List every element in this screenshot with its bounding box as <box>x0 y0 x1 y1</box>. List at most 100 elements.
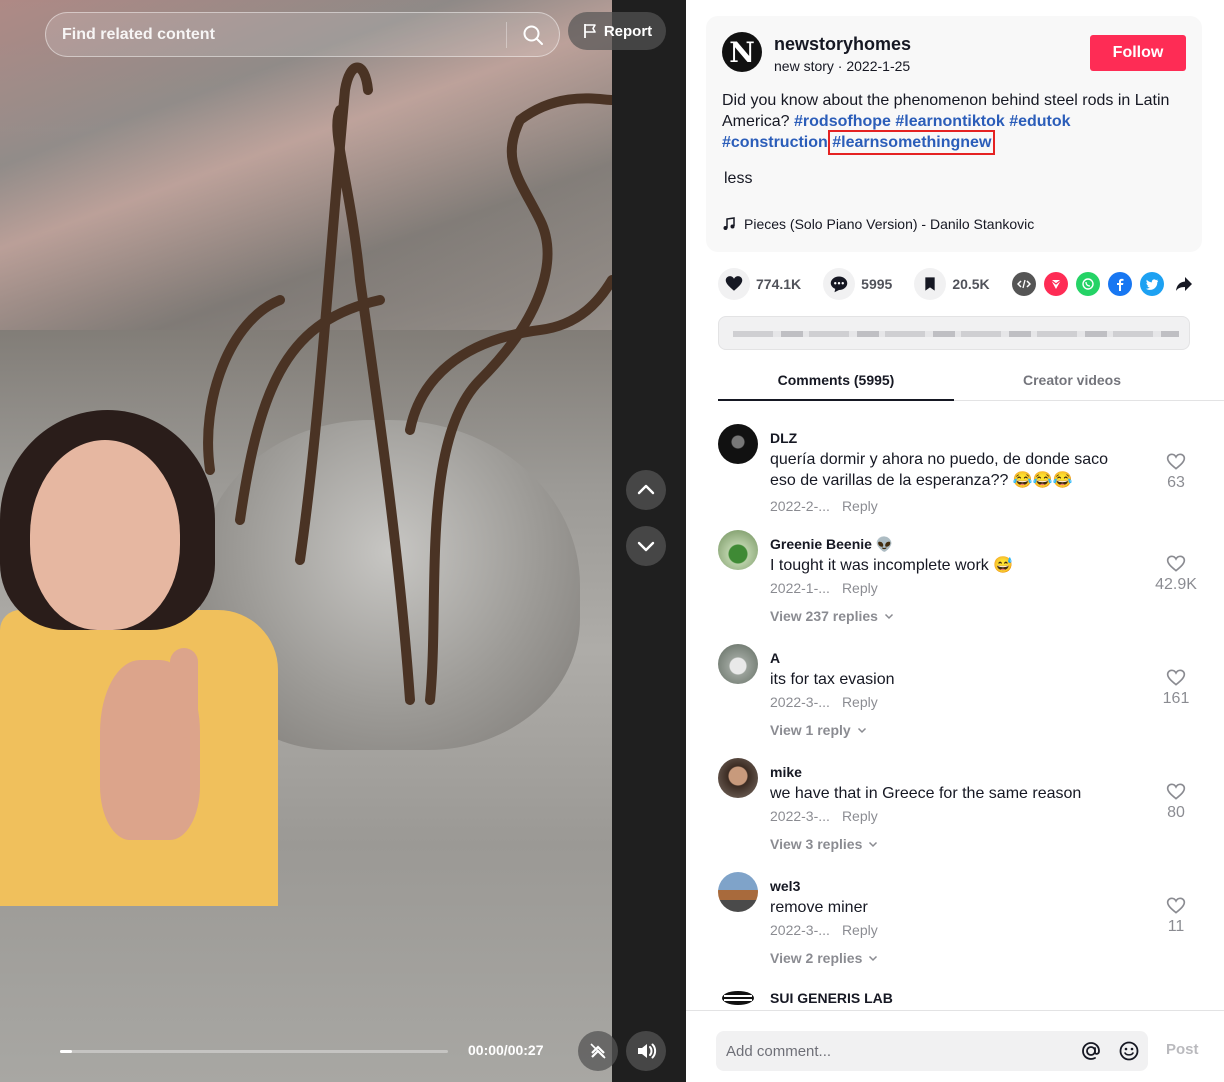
comment-like[interactable]: 42.9K <box>1148 554 1204 594</box>
floating-player-button[interactable] <box>578 1031 618 1071</box>
like-action[interactable]: 774.1K <box>718 268 801 300</box>
twitter-share-button[interactable] <box>1139 272 1164 296</box>
heart-outline-icon <box>1166 453 1186 470</box>
comment-button[interactable] <box>823 268 856 300</box>
comment-item: Greenie Beenie 👽 I tought it was incompl… <box>718 530 1198 636</box>
comment-like-count: 42.9K <box>1155 576 1197 593</box>
facebook-icon <box>1116 278 1124 291</box>
reply-button[interactable]: Reply <box>842 922 878 938</box>
comment-meta: 2022-2-... Reply <box>770 498 878 514</box>
comment-avatar[interactable] <box>718 986 758 1010</box>
volume-button[interactable] <box>626 1031 666 1071</box>
hashtag-link-highlighted[interactable]: #learnsomethingnew <box>828 130 996 155</box>
tab-creator-videos[interactable]: Creator videos <box>954 360 1190 400</box>
comment-input-wrap[interactable] <box>716 1031 1148 1071</box>
comment-action[interactable]: 5995 <box>823 268 892 300</box>
music-title: Pieces (Solo Piano Version) - Danilo Sta… <box>744 216 1035 232</box>
video-player[interactable]: Report 00:00/00:27 <box>0 0 686 1082</box>
embed-button[interactable] <box>1011 272 1036 296</box>
reply-button[interactable]: Reply <box>842 808 878 824</box>
comment-like[interactable]: 80 <box>1148 782 1204 822</box>
search-icon <box>523 25 543 45</box>
view-replies-button[interactable]: View 3 replies <box>770 836 878 852</box>
details-panel: N newstoryhomes new story · 2022-1-25 Fo… <box>686 0 1224 1082</box>
reply-button[interactable]: Reply <box>842 694 878 710</box>
author-username[interactable]: newstoryhomes <box>774 34 911 55</box>
previous-video-button[interactable] <box>626 470 666 510</box>
heart-outline-icon <box>1166 783 1186 800</box>
share-arrow-icon <box>1175 277 1192 291</box>
comment-username[interactable]: DLZ <box>770 430 797 446</box>
comment-avatar[interactable] <box>718 424 758 464</box>
copy-link-box[interactable] <box>718 316 1190 350</box>
chevron-down-icon <box>869 955 878 962</box>
helmet-logo-icon <box>722 991 754 1005</box>
comment-avatar[interactable] <box>718 758 758 798</box>
comment-list[interactable]: DLZ quería dormir y ahora no puedo, de d… <box>686 420 1224 1010</box>
less-toggle[interactable]: less <box>724 170 752 188</box>
mention-button[interactable] <box>1072 1031 1110 1071</box>
comment-username[interactable]: Greenie Beenie 👽 <box>770 536 893 553</box>
comment-avatar[interactable] <box>718 872 758 912</box>
search-button[interactable] <box>507 12 559 57</box>
music-link[interactable]: Pieces (Solo Piano Version) - Danilo Sta… <box>722 216 1034 232</box>
emoji-button[interactable] <box>1110 1031 1148 1071</box>
follow-button[interactable]: Follow <box>1090 35 1186 71</box>
comment-input[interactable] <box>716 1042 1072 1060</box>
hashtag-link[interactable]: #learnontiktok <box>895 113 1004 130</box>
volume-icon <box>638 1043 657 1059</box>
report-button[interactable]: Report <box>568 12 666 50</box>
bookmark-icon <box>925 277 935 291</box>
reply-button[interactable]: Reply <box>842 580 878 596</box>
chevron-down-icon <box>869 841 878 848</box>
comment-like-count: 80 <box>1167 804 1185 821</box>
search-box[interactable] <box>45 12 560 57</box>
facebook-share-button[interactable] <box>1107 272 1132 296</box>
comment-item: A its for tax evasion 2022-3-... Reply Vi… <box>718 644 1198 750</box>
view-replies-button[interactable]: View 237 replies <box>770 608 894 624</box>
comment-footer: Post <box>686 1010 1224 1082</box>
comment-username[interactable]: SUI GENERIS LAB <box>770 990 893 1006</box>
tab-comments[interactable]: Comments (5995) <box>718 360 954 401</box>
view-replies-label: View 2 replies <box>770 950 863 966</box>
comment-username[interactable]: A <box>770 650 780 666</box>
save-action[interactable]: 20.5K <box>914 268 990 300</box>
search-input[interactable] <box>46 25 506 44</box>
comment-avatar[interactable] <box>718 530 758 570</box>
view-replies-button[interactable]: View 1 reply <box>770 722 867 738</box>
hashtag-link[interactable]: #edutok <box>1009 113 1070 130</box>
comment-avatar[interactable] <box>718 644 758 684</box>
whatsapp-share-button[interactable] <box>1075 272 1100 296</box>
comment-bubble-icon <box>830 276 848 293</box>
video-person-face <box>30 440 180 630</box>
comment-like[interactable]: 11 <box>1148 896 1204 936</box>
emoji-icon <box>1119 1041 1139 1061</box>
hashtag-link[interactable]: #construction <box>722 134 828 151</box>
reply-button[interactable]: Reply <box>842 498 878 514</box>
video-progress-fill <box>60 1050 72 1053</box>
hashtag-link[interactable]: #rodsofhope <box>794 113 891 130</box>
author-avatar[interactable]: N <box>722 32 762 72</box>
chevron-down-icon <box>857 727 866 734</box>
send-to-friends-button[interactable] <box>1043 272 1068 296</box>
comment-username[interactable]: mike <box>770 764 802 780</box>
flag-icon <box>583 24 596 38</box>
blurred-link-text <box>733 331 1179 337</box>
embed-icon <box>1016 279 1031 289</box>
share-more-button[interactable] <box>1172 272 1196 296</box>
video-frame[interactable] <box>0 0 612 1082</box>
author-subline: new story · 2022-1-25 <box>774 58 911 74</box>
save-button[interactable] <box>914 268 947 300</box>
view-replies-button[interactable]: View 2 replies <box>770 950 878 966</box>
comment-like-count: 161 <box>1162 690 1190 707</box>
comment-like[interactable]: 161 <box>1148 668 1204 708</box>
video-progress-bar[interactable] <box>60 1050 448 1053</box>
next-video-button[interactable] <box>626 526 666 566</box>
like-button[interactable] <box>718 268 750 300</box>
comment-meta: 2022-1-... Reply <box>770 580 878 596</box>
view-replies-label: View 237 replies <box>770 608 878 624</box>
twitter-icon <box>1145 279 1158 290</box>
post-button[interactable]: Post <box>1166 1041 1199 1058</box>
comment-like[interactable]: 63 <box>1148 452 1204 492</box>
comment-username[interactable]: wel3 <box>770 878 800 894</box>
